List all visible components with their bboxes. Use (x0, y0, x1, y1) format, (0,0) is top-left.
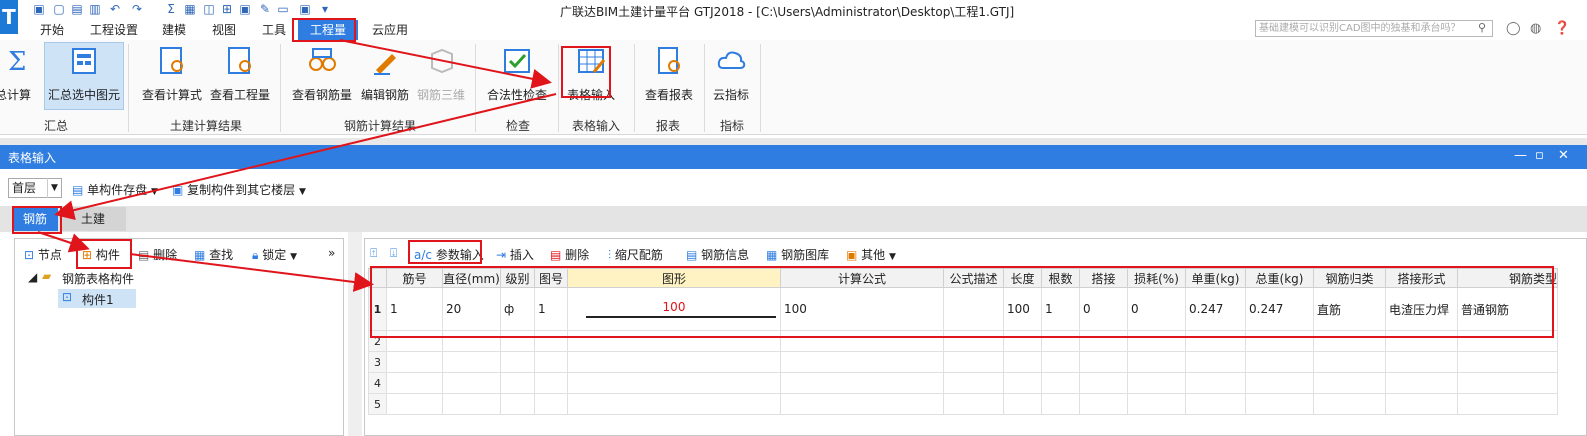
annotation-arrow (129, 253, 374, 292)
annotation-arrow (37, 231, 90, 253)
annotation-arrow (54, 93, 557, 220)
annotation-arrow (339, 39, 552, 89)
annotation-arrows (37, 39, 557, 292)
